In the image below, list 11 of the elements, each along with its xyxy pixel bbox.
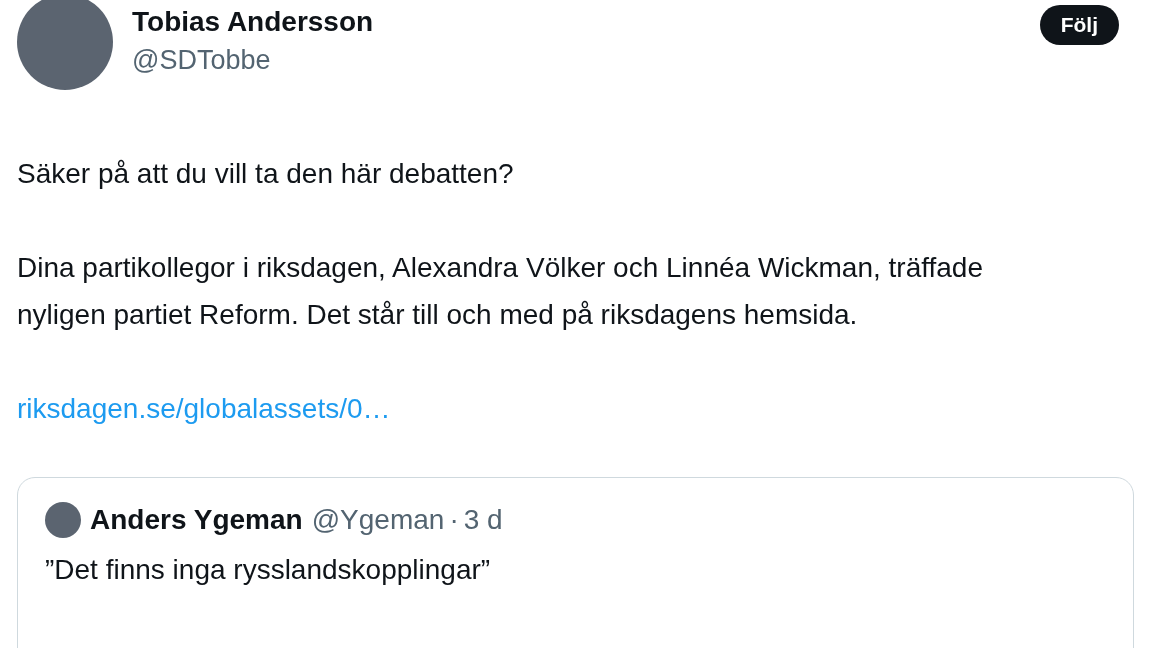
quoted-tweet-text: ”Det finns inga rysslandskopplingar” [45, 554, 492, 586]
separator-dot: · [449, 504, 459, 536]
author-name: Tobias Andersson [132, 5, 375, 39]
avatar-photo-placeholder [45, 502, 81, 538]
quoted-tweet-time: 3 d [463, 504, 503, 536]
tweet-text: Dina partikollegor i riksdagen, Alexandra Völker och Linnéa Wickman, träffade nyligen partiet Reform. Det står till och med på riksdagens hemsida. [17, 251, 984, 332]
tweet-text: Säker på att du vill ta den här debatten? [17, 157, 515, 191]
author-handle: @SDTobbe [132, 44, 272, 77]
follow-button[interactable]: Följ [1039, 5, 1119, 45]
quoted-author-handle: @Ygeman [311, 504, 445, 536]
quoted-author-name: Anders Ygeman [90, 504, 303, 536]
